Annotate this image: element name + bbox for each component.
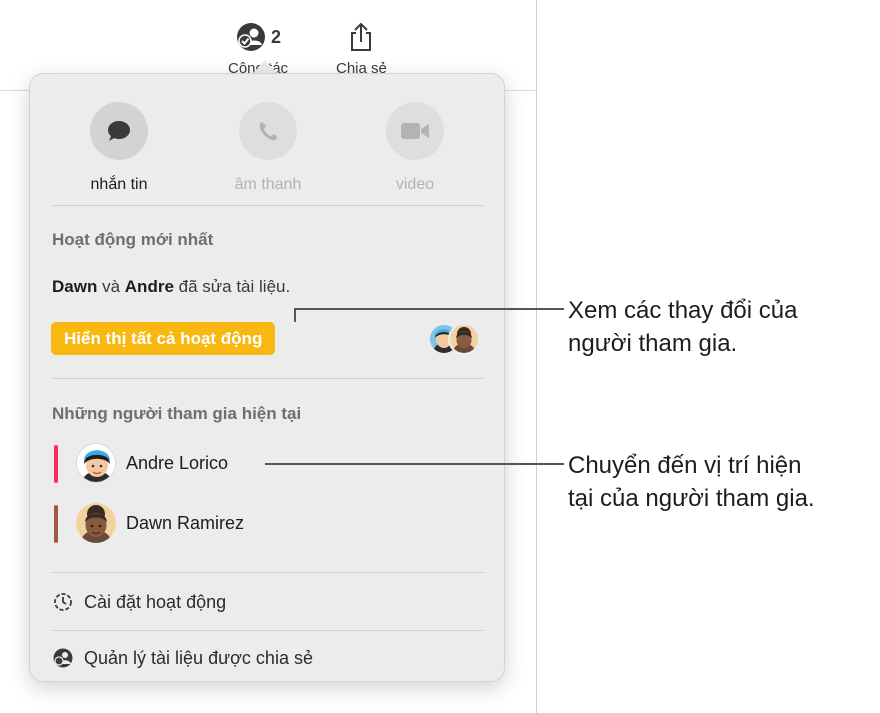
callout-location-line-2: tại của người tham gia. (568, 485, 815, 512)
video-icon (401, 123, 429, 139)
contact-actions: nhắn tin âm thanh video (30, 102, 506, 194)
audio-circle[interactable] (239, 102, 297, 160)
divider (52, 630, 484, 631)
audio-call-button[interactable]: âm thanh (208, 102, 328, 194)
popover-arrow (253, 60, 277, 73)
collaborate-icon (237, 23, 266, 51)
callout-leader (294, 308, 564, 310)
callout-activity-line-1: Xem các thay đổi của (568, 297, 798, 324)
callout-location: Chuyển đến vị trí hiện tại của người tha… (568, 449, 815, 515)
show-all-activity-button[interactable]: Hiển thị tất cả hoạt động (51, 322, 276, 355)
divider (52, 205, 484, 206)
activity-settings-icon (54, 593, 72, 611)
manage-shared-item[interactable]: Quản lý tài liệu được chia sẻ (52, 644, 313, 672)
participant-name: Andre Lorico (126, 453, 229, 473)
participant-dawn[interactable]: Dawn Ramirez (52, 503, 472, 547)
participant-color-bar (54, 505, 58, 543)
callout-leader (294, 309, 296, 322)
callout-activity: Xem các thay đổi của người tham gia. (568, 294, 797, 360)
collaborator-count: 2 (271, 26, 282, 47)
latest-activity-title: Hoạt động mới nhất (52, 230, 214, 249)
activity-name-1: Dawn (52, 277, 98, 296)
video-call-button[interactable]: video (355, 102, 475, 194)
memoji-andre-icon (81, 450, 113, 482)
manage-shared-label: Quản lý tài liệu được chia sẻ (84, 647, 313, 668)
message-button[interactable]: nhắn tin (59, 102, 179, 194)
phone-icon (259, 122, 277, 141)
activity-settings-label: Cài đặt hoạt động (84, 591, 227, 612)
divider (52, 378, 484, 379)
participant-name: Dawn Ramirez (126, 513, 245, 533)
activity-suffix: đã sửa tài liệu. (178, 277, 291, 296)
avatar-dawn-small (448, 323, 480, 355)
callout-leader (265, 463, 564, 465)
avatar (76, 503, 116, 543)
participants-title: Những người tham gia hiện tại (52, 404, 302, 423)
memoji-dawn-icon (452, 327, 476, 353)
activity-connector: và (102, 277, 121, 296)
video-circle[interactable] (386, 102, 444, 160)
audio-label: âm thanh (234, 176, 302, 193)
activity-summary: Dawn và Andre đã sửa tài liệu. (52, 277, 290, 297)
video-label: video (395, 176, 435, 193)
activity-name-2: Andre (124, 277, 174, 296)
message-circle[interactable] (90, 102, 148, 160)
activity-avatars (428, 323, 484, 357)
collaboration-popover: nhắn tin âm thanh video Hoạt động mới nh… (29, 73, 505, 682)
participant-andre[interactable]: Andre Lorico (52, 443, 472, 487)
message-label: nhắn tin (90, 176, 148, 193)
manage-shared-icon (53, 648, 73, 668)
memoji-dawn-icon (79, 505, 113, 543)
share-button[interactable]: Chia sẻ (336, 20, 387, 77)
avatar (76, 443, 116, 483)
callout-activity-line-2: người tham gia. (568, 330, 738, 357)
callout-location-line-1: Chuyển đến vị trí hiện (568, 452, 802, 479)
divider (52, 572, 484, 573)
message-icon (108, 121, 130, 141)
participant-color-bar (54, 445, 58, 483)
activity-settings-item[interactable]: Cài đặt hoạt động (52, 588, 226, 616)
share-icon (351, 22, 372, 51)
